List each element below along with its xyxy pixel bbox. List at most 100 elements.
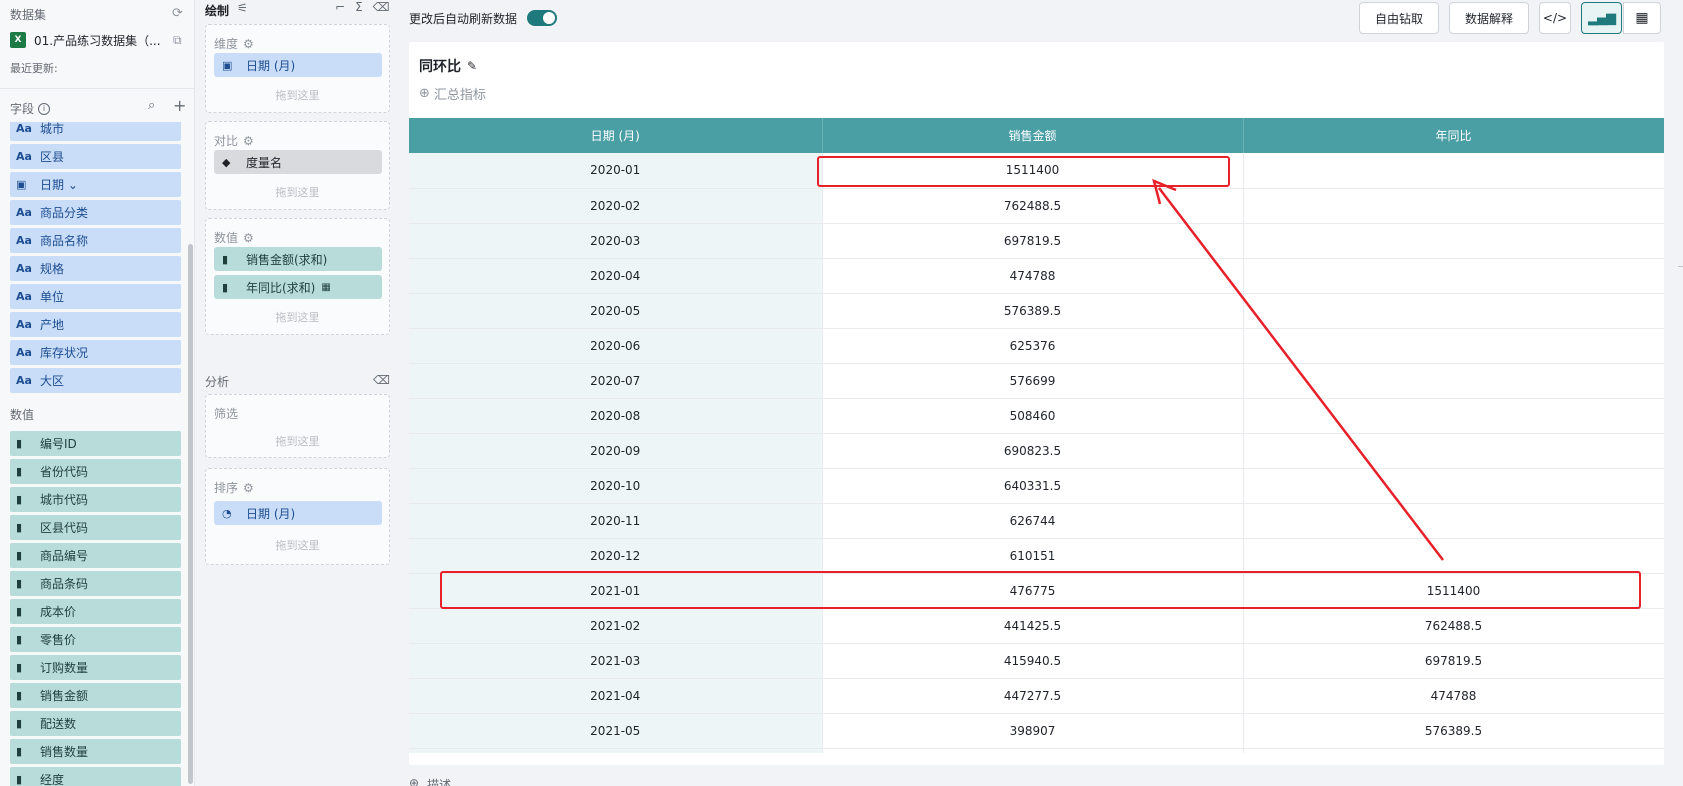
cell-sales[interactable]: 697819.5 bbox=[822, 223, 1244, 259]
cell-sales[interactable]: 476775 bbox=[822, 573, 1244, 609]
cell-yoy[interactable] bbox=[1243, 398, 1664, 434]
cell-sales[interactable]: 441425.5 bbox=[822, 608, 1244, 644]
cell-sales[interactable]: 447277.5 bbox=[822, 678, 1244, 714]
cell-yoy[interactable] bbox=[1243, 468, 1664, 504]
eraser-icon[interactable]: ⌫ bbox=[373, 0, 390, 14]
cell-sales[interactable]: 398907 bbox=[822, 713, 1244, 749]
cell-yoy[interactable]: 1511400 bbox=[1243, 573, 1664, 609]
gear-icon[interactable]: ⚙ bbox=[243, 231, 254, 245]
cell-yoy[interactable] bbox=[1243, 538, 1664, 574]
edit-icon[interactable]: ✎ bbox=[467, 59, 477, 73]
dimension-field[interactable]: Aa 城市 bbox=[10, 122, 181, 141]
summary-metric[interactable]: ⊕ 汇总指标 bbox=[419, 84, 486, 103]
cell-sales[interactable]: 415940.5 bbox=[822, 643, 1244, 679]
dimension-chip[interactable]: ▣ 日期 (月) bbox=[214, 53, 382, 77]
dimension-field[interactable]: Aa 规格 bbox=[10, 256, 181, 281]
info-icon[interactable]: i bbox=[38, 102, 51, 115]
gear-icon[interactable]: ⚙ bbox=[243, 37, 254, 51]
dimension-box[interactable]: 维度 ⚙ ▣ 日期 (月) 拖到这里 bbox=[205, 24, 390, 113]
preview-icon[interactable]: ⧉ bbox=[173, 33, 182, 48]
cell-yoy[interactable]: 576389.5 bbox=[1243, 713, 1664, 749]
column-header-sales[interactable]: 销售金额 bbox=[822, 118, 1244, 153]
dimension-field[interactable]: Aa 区县 bbox=[10, 144, 181, 169]
search-icon[interactable]: ⌕ bbox=[148, 98, 155, 113]
cell-date[interactable]: 2020-03 bbox=[409, 223, 823, 259]
cell-sales[interactable]: 640331.5 bbox=[822, 468, 1244, 504]
cell-sales[interactable]: 610151 bbox=[822, 538, 1244, 574]
cell-date[interactable]: 2020-04 bbox=[409, 258, 823, 294]
cell-sales[interactable]: 1511400 bbox=[822, 153, 1244, 189]
cell-date[interactable]: 2021-01 bbox=[409, 573, 823, 609]
gear-icon[interactable]: ⚙ bbox=[243, 481, 254, 495]
cell-sales[interactable] bbox=[822, 748, 1244, 753]
dimension-field[interactable]: ▣ 日期 ⌄ bbox=[10, 172, 181, 197]
compare-chip[interactable]: ◆ 度量名 bbox=[214, 150, 382, 174]
cell-date[interactable]: 2020-10 bbox=[409, 468, 823, 504]
dimension-field[interactable]: Aa 单位 bbox=[10, 284, 181, 309]
cell-sales[interactable]: 690823.5 bbox=[822, 433, 1244, 469]
cell-yoy[interactable] bbox=[1243, 223, 1664, 259]
sum-icon[interactable]: Σ bbox=[355, 0, 363, 14]
measure-field[interactable]: ▮ 配送数 bbox=[10, 711, 181, 736]
measure-field[interactable]: ▮ 省份代码 bbox=[10, 459, 181, 484]
measure-field[interactable]: ▮ 经度 bbox=[10, 767, 181, 786]
cell-date[interactable]: 2020-11 bbox=[409, 503, 823, 539]
measure-field[interactable]: ▮ 商品编号 bbox=[10, 543, 181, 568]
measure-field[interactable]: ▮ 成本价 bbox=[10, 599, 181, 624]
eraser-icon[interactable]: ⌫ bbox=[373, 373, 390, 387]
cell-date[interactable]: 2021-04 bbox=[409, 678, 823, 714]
values-box[interactable]: 数值 ⚙ ▮ 销售金额(求和) ▮ 年同比(求和) ▦ 拖到这里 bbox=[205, 218, 390, 335]
cell-yoy[interactable]: 697819.5 bbox=[1243, 643, 1664, 679]
code-button[interactable]: </> bbox=[1539, 2, 1571, 34]
measure-field[interactable]: ▮ 编号ID bbox=[10, 431, 181, 456]
sort-box[interactable]: 排序 ⚙ ◔ 日期 (月) 拖到这里 bbox=[205, 468, 390, 565]
cell-date[interactable]: 2020-07 bbox=[409, 363, 823, 399]
drill-button[interactable]: 自由钻取 bbox=[1359, 2, 1439, 34]
cell-date[interactable] bbox=[409, 748, 823, 753]
cell-date[interactable]: 2020-05 bbox=[409, 293, 823, 329]
auto-refresh-toggle[interactable] bbox=[527, 10, 557, 26]
value-chip-yoy[interactable]: ▮ 年同比(求和) ▦ bbox=[214, 275, 382, 299]
cell-date[interactable]: 2020-12 bbox=[409, 538, 823, 574]
compare-box[interactable]: 对比 ⚙ ◆ 度量名 拖到这里 bbox=[205, 121, 390, 210]
dimension-field[interactable]: Aa 产地 bbox=[10, 312, 181, 337]
dimension-field[interactable]: Aa 库存状况 bbox=[10, 340, 181, 365]
cell-yoy[interactable] bbox=[1243, 503, 1664, 539]
cell-sales[interactable]: 625376 bbox=[822, 328, 1244, 364]
cell-sales[interactable]: 508460 bbox=[822, 398, 1244, 434]
settings-sliders-icon[interactable]: ⚟ bbox=[237, 1, 248, 15]
cell-yoy[interactable] bbox=[1243, 293, 1664, 329]
cell-yoy[interactable] bbox=[1243, 188, 1664, 224]
sort-chip[interactable]: ◔ 日期 (月) bbox=[214, 501, 382, 525]
dimension-field[interactable]: Aa 商品分类 bbox=[10, 200, 181, 225]
cell-date[interactable]: 2021-02 bbox=[409, 608, 823, 644]
measure-field[interactable]: ▮ 零售价 bbox=[10, 627, 181, 652]
dimension-field[interactable]: Aa 大区 bbox=[10, 368, 181, 393]
axis-icon[interactable]: ⌐ bbox=[335, 0, 345, 14]
explain-button[interactable]: 数据解释 bbox=[1449, 2, 1529, 34]
cell-sales[interactable]: 474788 bbox=[822, 258, 1244, 294]
dimension-field[interactable]: Aa 商品名称 bbox=[10, 228, 181, 253]
cell-sales[interactable]: 762488.5 bbox=[822, 188, 1244, 224]
filter-box[interactable]: 筛选 拖到这里 bbox=[205, 394, 390, 458]
refresh-icon[interactable]: ⟳ bbox=[172, 6, 183, 21]
cell-yoy[interactable] bbox=[1243, 748, 1664, 753]
cell-sales[interactable]: 626744 bbox=[822, 503, 1244, 539]
add-icon[interactable]: + bbox=[173, 96, 186, 115]
description-row[interactable]: ⊕ 描述 bbox=[409, 776, 451, 786]
table-view-button[interactable]: ▦ bbox=[1623, 2, 1661, 34]
cell-date[interactable]: 2020-02 bbox=[409, 188, 823, 224]
cell-date[interactable]: 2020-09 bbox=[409, 433, 823, 469]
measure-field[interactable]: ▮ 城市代码 bbox=[10, 487, 181, 512]
gear-icon[interactable]: ⚙ bbox=[243, 134, 254, 148]
cell-date[interactable]: 2020-08 bbox=[409, 398, 823, 434]
cell-yoy[interactable] bbox=[1243, 153, 1664, 189]
column-header-date[interactable]: 日期 (月) bbox=[409, 118, 823, 153]
measure-field[interactable]: ▮ 销售数量 bbox=[10, 739, 181, 764]
cell-yoy[interactable] bbox=[1243, 258, 1664, 294]
dataset-selector[interactable]: X 01.产品练习数据集（... bbox=[10, 31, 190, 49]
measure-field[interactable]: ▮ 订购数量 bbox=[10, 655, 181, 680]
cell-sales[interactable]: 576389.5 bbox=[822, 293, 1244, 329]
column-header-yoy[interactable]: 年同比 bbox=[1243, 118, 1664, 153]
cell-yoy[interactable] bbox=[1243, 328, 1664, 364]
